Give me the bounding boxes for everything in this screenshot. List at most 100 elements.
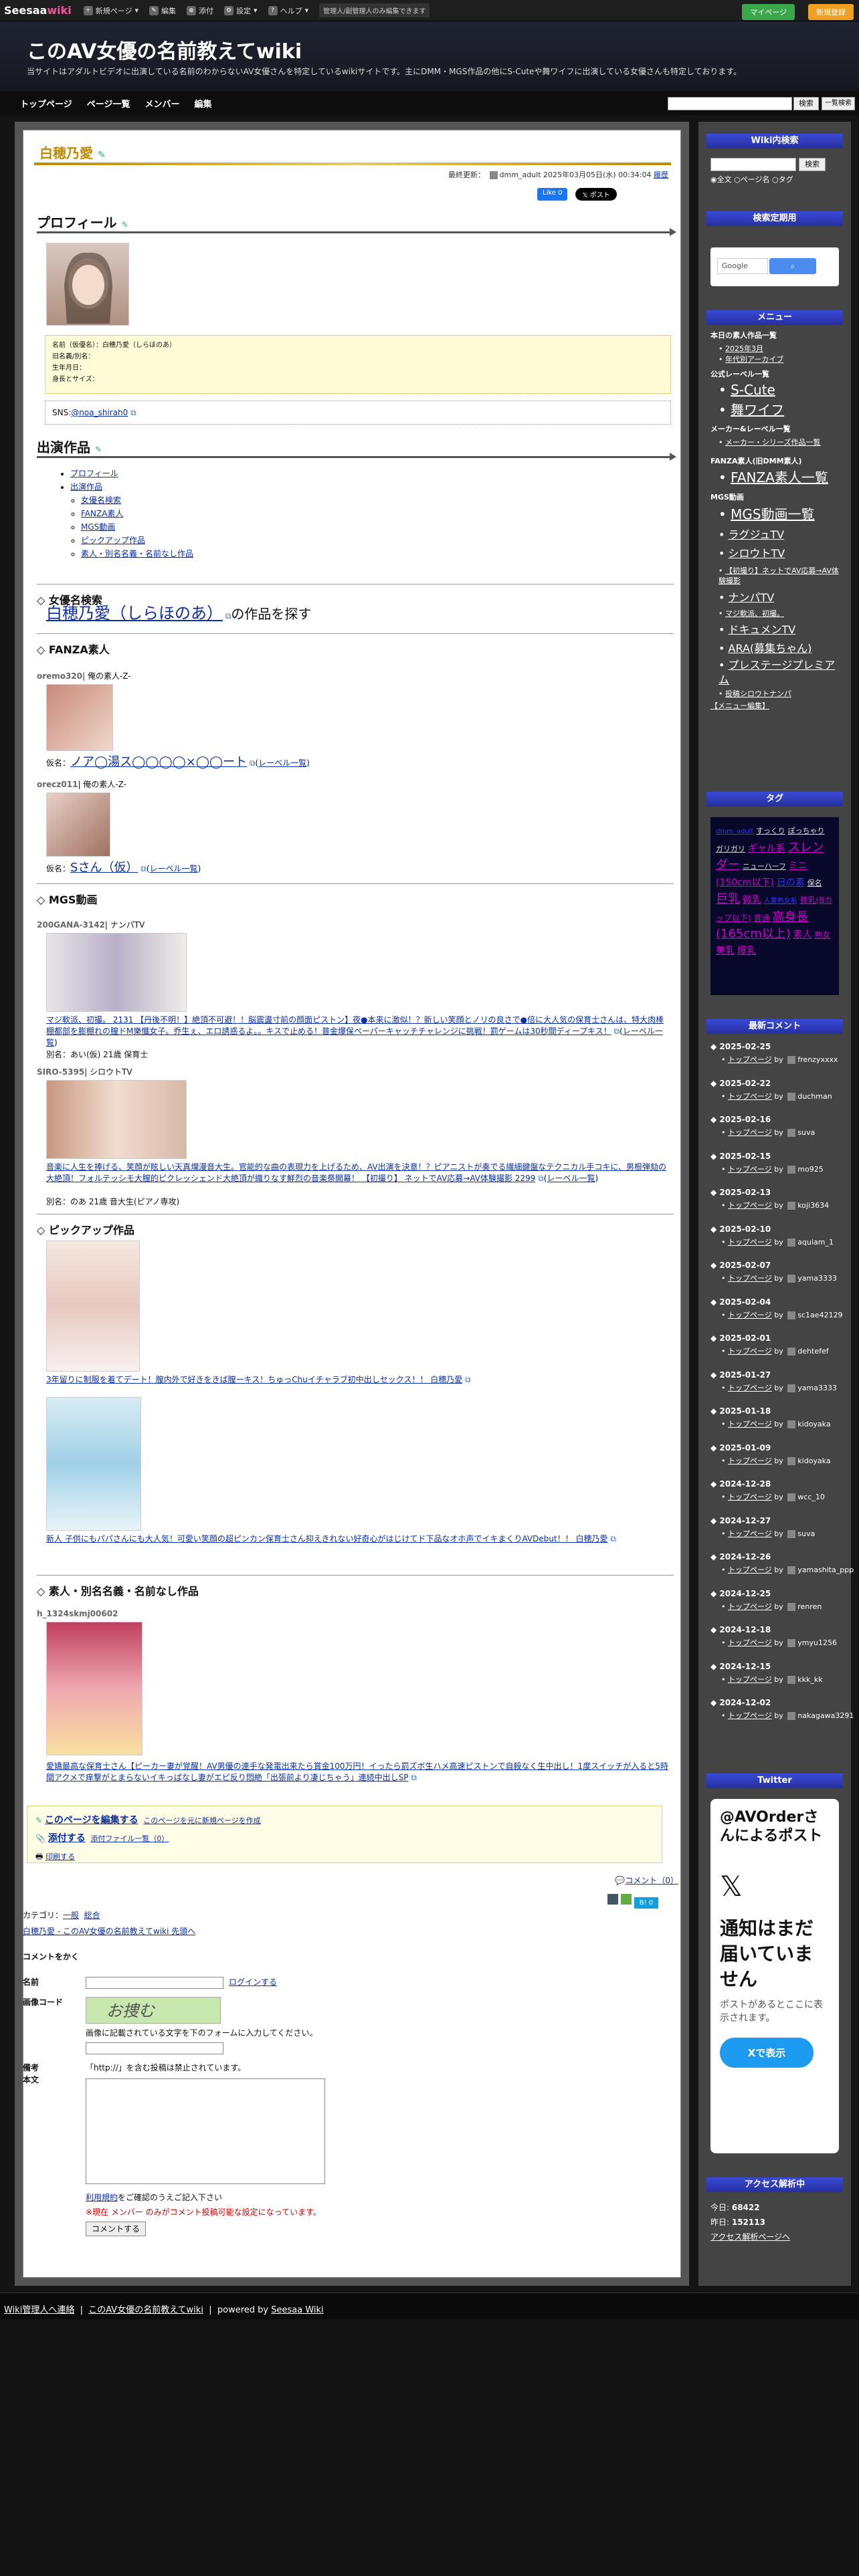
tag-link[interactable]: 美乳 xyxy=(716,946,735,956)
fanza-item1-label-link[interactable]: レーベル一覧 xyxy=(258,758,306,768)
terms-link[interactable]: 利用規約 xyxy=(86,2193,118,2202)
recent-comment-page-link[interactable]: トップページ xyxy=(728,1493,772,1501)
nav-page-list[interactable]: ページ一覧 xyxy=(87,97,130,110)
category-all[interactable]: 総合 xyxy=(84,1911,100,1920)
recent-comment-page-link[interactable]: トップページ xyxy=(728,1274,772,1283)
tag-link[interactable]: ニューハーフ xyxy=(743,862,786,871)
copy-page-link[interactable]: このページを元に新規ページを作成 xyxy=(143,1816,261,1825)
tag-link[interactable]: dmm_adult xyxy=(716,828,753,835)
site-title[interactable]: このAV女優の名前教えてwiki xyxy=(27,35,302,64)
recent-comment-page-link[interactable]: トップページ xyxy=(728,1566,772,1574)
fanza-item2-thumb[interactable] xyxy=(46,792,110,857)
pencil-icon[interactable]: ✎ xyxy=(122,220,128,229)
toc-works[interactable]: 出演作品 xyxy=(70,482,102,492)
comment-count-link[interactable]: コメント（0） xyxy=(625,1876,678,1885)
seesaa-logo[interactable]: Seesaawiki xyxy=(4,4,72,17)
toc-pickup[interactable]: ピックアップ作品 xyxy=(81,536,145,545)
name-input[interactable] xyxy=(86,1977,223,1989)
menu-edit-link[interactable]: 【メニュー編集】 xyxy=(710,702,769,710)
fanza-item1-name[interactable]: ノア◯湯ス◯◯◯◯×◯◯ート xyxy=(70,755,247,769)
recent-comment-page-link[interactable]: トップページ xyxy=(728,1457,772,1465)
menu-link-luxu[interactable]: ラグジュTV xyxy=(729,528,785,541)
tag-link[interactable]: ぽっちゃり xyxy=(788,827,825,835)
recent-comment-page-link[interactable]: トップページ xyxy=(728,1638,772,1647)
category-general[interactable]: 一般 xyxy=(63,1911,79,1920)
menu-link-mgs-list[interactable]: MGS動画一覧 xyxy=(731,506,814,522)
mgs-item2-thumb[interactable] xyxy=(46,1080,187,1159)
tag-icon-b[interactable] xyxy=(620,1894,632,1905)
toc-search[interactable]: 女優名検索 xyxy=(81,496,121,505)
menu-link-nanpa[interactable]: ナンパTV xyxy=(729,591,775,604)
menu-link-hatsudori[interactable]: 【初撮り】ネットでAV応募→AV体験撮影 xyxy=(719,566,839,585)
tag-link[interactable]: すっくり xyxy=(756,827,785,835)
tag-link[interactable]: 巨乳 xyxy=(716,892,740,906)
recent-comment-page-link[interactable]: トップページ xyxy=(728,1238,772,1247)
recent-comment-page-link[interactable]: トップページ xyxy=(728,1201,772,1210)
google-search-button[interactable]: ⌕ xyxy=(769,258,816,274)
recent-comment-page-link[interactable]: トップページ xyxy=(728,1711,772,1720)
menu-link-makers[interactable]: メーカー・シリーズ作品一覧 xyxy=(725,438,820,447)
recent-comment-page-link[interactable]: トップページ xyxy=(728,1128,772,1137)
menu-link-majinanpa[interactable]: マジ軟派、初撮。 xyxy=(725,609,784,618)
fanza-item2-name[interactable]: Sさん（仮） xyxy=(70,861,138,875)
comment-body-textarea[interactable] xyxy=(86,2078,325,2184)
tag-link[interactable]: 爆乳 xyxy=(737,946,756,956)
facebook-like-button[interactable]: Like 0 xyxy=(537,188,568,201)
submit-comment-button[interactable]: コメントする xyxy=(86,2222,147,2236)
radio-tag[interactable]: ○ xyxy=(772,175,779,184)
radio-pagename[interactable]: ○ xyxy=(734,175,741,184)
tag-link[interactable]: 素人 xyxy=(793,930,812,940)
tag-link[interactable]: 熟女 xyxy=(815,930,831,940)
print-link[interactable]: 印刷する xyxy=(45,1852,75,1861)
menu-link-month[interactable]: 2025年3月 xyxy=(725,344,763,353)
breadcrumb-link[interactable]: 白穂乃愛 - このAV女優の名前教えてwiki 先頭へ xyxy=(23,1927,195,1936)
nav-edit[interactable]: 編集 xyxy=(195,97,212,110)
recent-comment-page-link[interactable]: トップページ xyxy=(728,1420,772,1428)
new-page-menu[interactable]: ＋新規ページ ▾ xyxy=(83,5,138,16)
amateur-item1-thumb[interactable] xyxy=(46,1622,142,1755)
recent-comment-page-link[interactable]: トップページ xyxy=(728,1092,772,1101)
menu-link-scute[interactable]: S-Cute xyxy=(731,382,775,398)
pickup-item1-thumb[interactable] xyxy=(46,1241,140,1372)
attach-list-link[interactable]: 添付ファイル一覧（0） xyxy=(90,1834,169,1843)
history-link[interactable]: 履歴 xyxy=(654,171,668,179)
settings-menu[interactable]: ⚙ 設定 ▾ xyxy=(224,5,258,16)
edit-menu[interactable]: ✎ 編集 xyxy=(149,5,176,16)
edit-page-link[interactable]: このページを編集する xyxy=(45,1815,138,1826)
nav-top-page[interactable]: トップページ xyxy=(20,97,72,110)
menu-link-prestige[interactable]: プレステージプレミアム xyxy=(719,659,835,686)
view-on-x-button[interactable]: Xで表示 xyxy=(720,2038,814,2068)
menu-link-archive[interactable]: 年代別アーカイブ xyxy=(725,355,783,364)
toc-amateur[interactable]: 素人・別名名義・名前なし作品 xyxy=(81,549,193,558)
footer-seesaa-link[interactable]: Seesaa Wiki xyxy=(271,2305,323,2315)
recent-comment-page-link[interactable]: トップページ xyxy=(728,1055,772,1064)
fanza-item1-thumb[interactable] xyxy=(46,684,113,751)
sidebar-search-input[interactable] xyxy=(710,158,796,171)
mypage-button[interactable]: マイページ xyxy=(742,4,795,20)
hatena-bookmark-button[interactable]: B! 0 xyxy=(634,1897,659,1909)
tag-link[interactable]: 微乳 xyxy=(743,895,761,905)
help-menu[interactable]: ? ヘルプ ▾ xyxy=(268,5,308,16)
sns-link[interactable]: @noa_shirah0 xyxy=(71,408,128,417)
pickup-item2-title[interactable]: 新人 子供にもパパさんにも大人気！可愛い笑顔の超ピンカン保育士さん抑えきれない好… xyxy=(46,1534,607,1543)
attach-menu[interactable]: ⊕ 添付 xyxy=(187,5,213,16)
google-search-input[interactable]: Google xyxy=(717,258,768,274)
pickup-item1-title[interactable]: 3年留りに制服を着てデート！膣内外で好きをきば膣ーキス！ちゅっChuイチャラブ初… xyxy=(46,1375,462,1384)
footer-admin-link[interactable]: Wiki管理人へ連絡 xyxy=(4,2305,74,2315)
tag-link[interactable]: ギャル系 xyxy=(748,843,785,854)
tag-link[interactable]: ガリガリ xyxy=(716,845,745,853)
nav-members[interactable]: メンバー xyxy=(145,97,180,110)
captcha-input[interactable] xyxy=(86,2042,223,2054)
access-analysis-link[interactable]: アクセス解析ページへ xyxy=(710,2232,790,2242)
mgs-item1-thumb[interactable] xyxy=(46,933,187,1012)
menu-link-documen[interactable]: ドキュメンTV xyxy=(729,623,796,636)
login-link[interactable]: ログインする xyxy=(229,1977,277,1987)
x-post-button[interactable]: 𝕏 ポスト xyxy=(575,188,617,201)
header-search-input[interactable] xyxy=(668,97,792,110)
signup-button[interactable]: 新規登録 xyxy=(808,4,854,20)
header-list-search-button[interactable]: 一覧検索 xyxy=(822,97,855,110)
tag-link[interactable]: 普通 xyxy=(754,914,770,923)
fanza-item2-label-link[interactable]: レーベル一覧 xyxy=(150,864,198,873)
menu-link-maiwife[interactable]: 舞ワイフ xyxy=(731,402,784,418)
amateur-item1-title[interactable]: 愛嬌最高な保育士さん【ピーカー妻が覚醒！AV男優の連手な発電出来たら賞金100万… xyxy=(46,1761,668,1782)
